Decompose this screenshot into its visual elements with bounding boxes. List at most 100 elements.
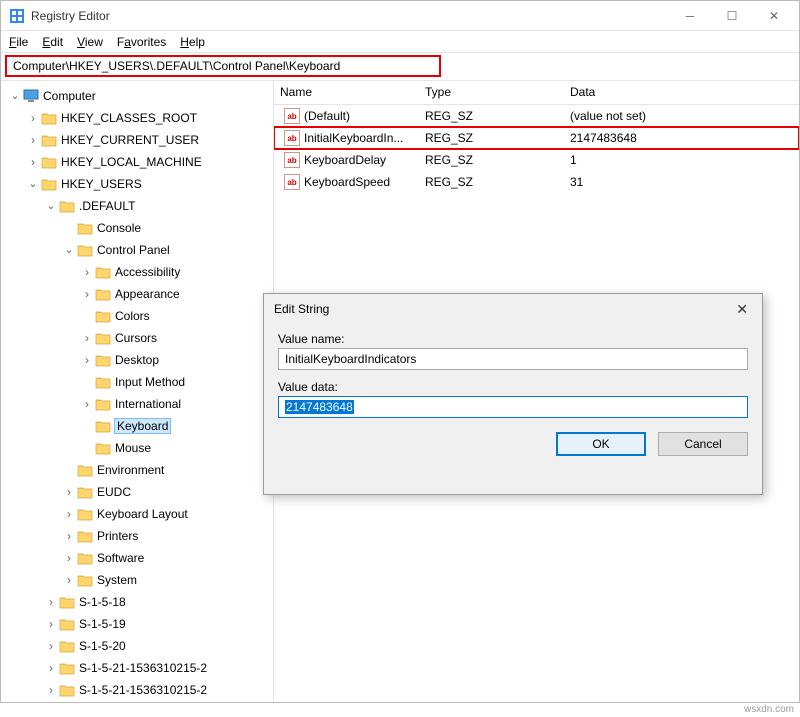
tree-item[interactable]: Cursors bbox=[1, 327, 273, 349]
tree-item[interactable]: System bbox=[1, 569, 273, 591]
tree-item[interactable]: Control Panel bbox=[1, 239, 273, 261]
expand-chevron-icon[interactable] bbox=[63, 507, 75, 521]
computer-icon bbox=[23, 88, 39, 104]
list-row[interactable]: KeyboardDelayREG_SZ1 bbox=[274, 149, 799, 171]
folder-icon bbox=[77, 528, 93, 544]
tree-item[interactable]: S-1-5-19 bbox=[1, 613, 273, 635]
tree-item[interactable]: Printers bbox=[1, 525, 273, 547]
tree-item-label: HKEY_CLASSES_ROOT bbox=[61, 111, 197, 125]
list-row[interactable]: KeyboardSpeedREG_SZ31 bbox=[274, 171, 799, 193]
close-button[interactable]: ✕ bbox=[753, 1, 795, 31]
list-row[interactable]: (Default)REG_SZ(value not set) bbox=[274, 105, 799, 127]
tree-item[interactable]: International bbox=[1, 393, 273, 415]
menu-favorites[interactable]: Favorites bbox=[117, 35, 166, 49]
folder-icon bbox=[59, 660, 75, 676]
dialog-titlebar[interactable]: Edit String ✕ bbox=[264, 294, 762, 324]
expand-chevron-icon[interactable] bbox=[63, 485, 75, 499]
folder-icon bbox=[77, 572, 93, 588]
address-bar[interactable]: Computer\HKEY_USERS\.DEFAULT\Control Pan… bbox=[5, 55, 441, 77]
expand-chevron-icon[interactable] bbox=[27, 111, 39, 125]
expand-chevron-icon[interactable] bbox=[45, 200, 57, 213]
tree-item[interactable]: Desktop bbox=[1, 349, 273, 371]
tree-item[interactable]: Software bbox=[1, 547, 273, 569]
value-data-label: Value data: bbox=[278, 380, 748, 394]
col-data[interactable]: Data bbox=[564, 81, 799, 104]
expand-chevron-icon[interactable] bbox=[81, 331, 93, 345]
tree-item[interactable]: S-1-5-21-1536310215-2 bbox=[1, 679, 273, 701]
tree-item[interactable]: HKEY_CURRENT_USER bbox=[1, 129, 273, 151]
string-value-icon bbox=[284, 174, 300, 190]
tree-item[interactable]: .DEFAULT bbox=[1, 195, 273, 217]
expand-chevron-icon[interactable] bbox=[27, 155, 39, 169]
tree-item[interactable]: Input Method bbox=[1, 371, 273, 393]
folder-icon bbox=[59, 198, 75, 214]
tree-item[interactable]: Accessibility bbox=[1, 261, 273, 283]
tree-item[interactable]: Console bbox=[1, 217, 273, 239]
edit-string-dialog: Edit String ✕ Value name: InitialKeyboar… bbox=[263, 293, 763, 495]
cell-name: KeyboardDelay bbox=[274, 148, 419, 172]
tree-item[interactable]: S-1-5-21-1536310215-2 bbox=[1, 657, 273, 679]
list-body: (Default)REG_SZ(value not set)InitialKey… bbox=[274, 105, 799, 193]
expand-chevron-icon[interactable] bbox=[45, 617, 57, 631]
folder-icon bbox=[95, 264, 111, 280]
expand-chevron-icon[interactable] bbox=[63, 573, 75, 587]
tree-item[interactable]: Appearance bbox=[1, 283, 273, 305]
folder-icon bbox=[95, 352, 111, 368]
expand-chevron-icon[interactable] bbox=[45, 639, 57, 653]
menu-help[interactable]: Help bbox=[180, 35, 205, 49]
folder-icon bbox=[59, 616, 75, 632]
expand-chevron-icon[interactable] bbox=[45, 595, 57, 609]
tree-item-label: HKEY_CURRENT_USER bbox=[61, 133, 199, 147]
expand-chevron-icon[interactable] bbox=[63, 529, 75, 543]
cell-type: REG_SZ bbox=[419, 171, 564, 193]
tree-item[interactable]: EUDC bbox=[1, 481, 273, 503]
value-name-field[interactable]: InitialKeyboardIndicators bbox=[278, 348, 748, 370]
value-data-field[interactable]: 2147483648 bbox=[278, 396, 748, 418]
expand-chevron-icon[interactable] bbox=[9, 90, 21, 103]
menu-view[interactable]: View bbox=[77, 35, 103, 49]
cancel-button[interactable]: Cancel bbox=[658, 432, 748, 456]
expand-chevron-icon[interactable] bbox=[81, 397, 93, 411]
tree-item[interactable]: Keyboard bbox=[1, 415, 273, 437]
tree-item-label: Desktop bbox=[115, 353, 159, 367]
tree-item-label: Keyboard Layout bbox=[97, 507, 188, 521]
maximize-button[interactable]: ☐ bbox=[711, 1, 753, 31]
menu-file[interactable]: FFileile bbox=[9, 35, 28, 49]
tree-item[interactable]: Computer bbox=[1, 85, 273, 107]
titlebar[interactable]: Registry Editor ─ ☐ ✕ bbox=[1, 1, 799, 31]
expand-chevron-icon[interactable] bbox=[45, 683, 57, 697]
expand-chevron-icon[interactable] bbox=[63, 244, 75, 257]
expand-chevron-icon[interactable] bbox=[81, 353, 93, 367]
tree-item[interactable]: HKEY_CLASSES_ROOT bbox=[1, 107, 273, 129]
col-type[interactable]: Type bbox=[419, 81, 564, 104]
minimize-button[interactable]: ─ bbox=[669, 1, 711, 31]
registry-tree[interactable]: Computer HKEY_CLASSES_ROOT HKEY_CURRENT_US… bbox=[1, 81, 274, 702]
menu-edit[interactable]: Edit bbox=[42, 35, 63, 49]
expand-chevron-icon[interactable] bbox=[45, 661, 57, 675]
tree-item[interactable]: Keyboard Layout bbox=[1, 503, 273, 525]
tree-item[interactable]: HKEY_USERS bbox=[1, 173, 273, 195]
expand-chevron-icon[interactable] bbox=[81, 265, 93, 279]
folder-icon bbox=[59, 682, 75, 698]
expand-chevron-icon[interactable] bbox=[27, 178, 39, 191]
list-row[interactable]: InitialKeyboardIn...REG_SZ2147483648 bbox=[274, 127, 799, 149]
cell-name: InitialKeyboardIn... bbox=[274, 126, 419, 150]
expand-chevron-icon[interactable] bbox=[81, 287, 93, 301]
folder-icon bbox=[59, 638, 75, 654]
tree-item[interactable]: Environment bbox=[1, 459, 273, 481]
expand-chevron-icon[interactable] bbox=[27, 133, 39, 147]
tree-item[interactable]: HKEY_LOCAL_MACHINE bbox=[1, 151, 273, 173]
dialog-close-button[interactable]: ✕ bbox=[732, 301, 752, 318]
ok-button[interactable]: OK bbox=[556, 432, 646, 456]
tree-item[interactable]: Mouse bbox=[1, 437, 273, 459]
col-name[interactable]: Name bbox=[274, 81, 419, 104]
tree-item[interactable]: S-1-5-20 bbox=[1, 635, 273, 657]
folder-icon bbox=[95, 396, 111, 412]
tree-item[interactable]: Colors bbox=[1, 305, 273, 327]
value-data-text: 2147483648 bbox=[285, 400, 354, 414]
expand-chevron-icon[interactable] bbox=[63, 551, 75, 565]
folder-icon bbox=[95, 308, 111, 324]
tree-item[interactable]: S-1-5-18 bbox=[1, 591, 273, 613]
regedit-app-icon bbox=[9, 8, 25, 24]
menu-bar: FFileile Edit View Favorites Help bbox=[1, 31, 799, 53]
